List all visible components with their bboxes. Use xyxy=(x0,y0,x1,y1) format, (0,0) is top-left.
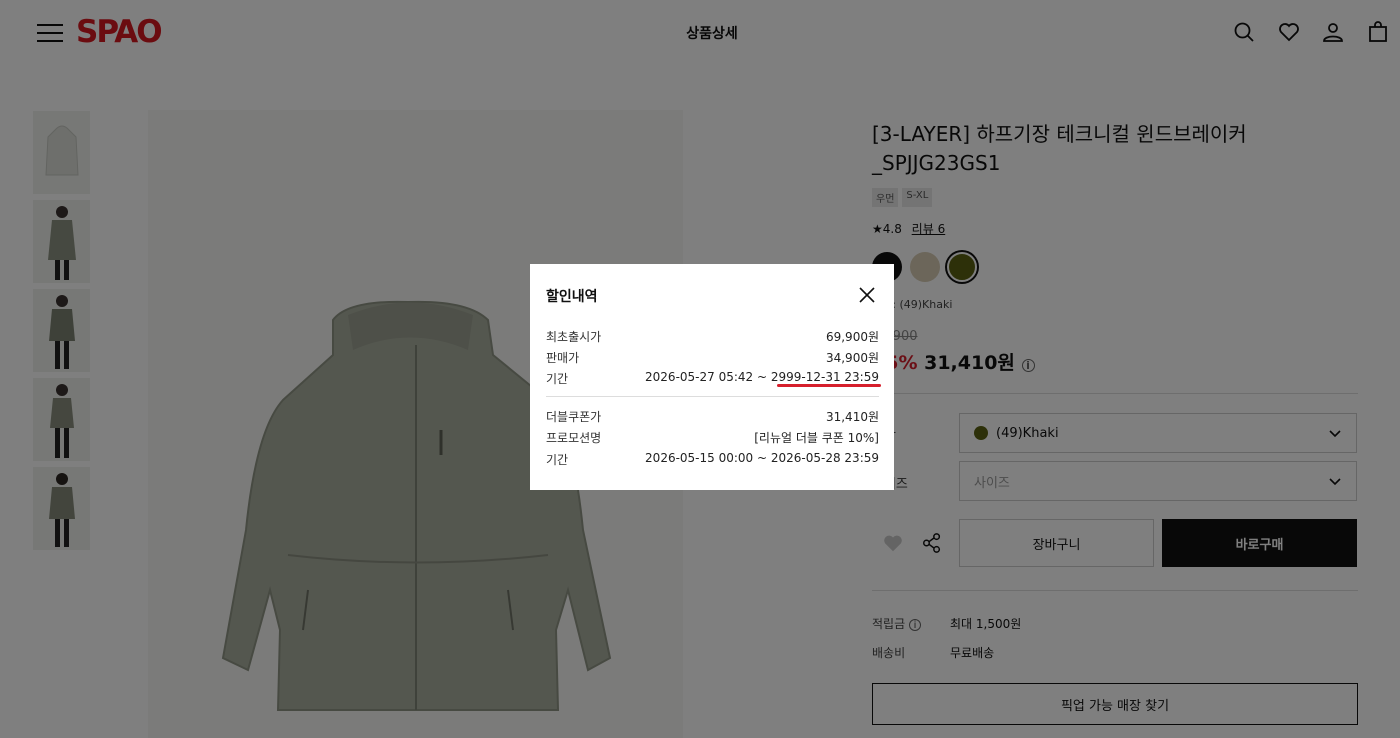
modal-divider xyxy=(546,396,879,397)
row-label: 최초출시가 xyxy=(546,330,602,344)
row-value: [리뉴얼 더블 쿠폰 10%] xyxy=(754,431,879,445)
row-value: 2026-05-27 05:42 ~ 2999-12-31 23:59 xyxy=(645,370,879,384)
highlight-underline xyxy=(777,384,881,387)
modal-title: 할인내역 xyxy=(546,289,598,305)
row-value: 34,900원 xyxy=(825,351,879,365)
row-label: 더블쿠폰가 xyxy=(546,410,602,424)
row-label: 프로모션명 xyxy=(546,431,602,445)
row-label: 기간 xyxy=(546,372,569,386)
close-icon[interactable] xyxy=(858,286,876,304)
period-start: 2026-05-27 05:42 ~ xyxy=(645,370,771,384)
row-value: 69,900원 xyxy=(825,330,879,344)
discount-history-modal: 할인내역 최초출시가 69,900원 판매가 34,900원 기간 2026-0… xyxy=(530,264,894,490)
row-label: 기간 xyxy=(546,453,569,467)
period-end: 2999-12-31 23:59 xyxy=(770,370,879,384)
row-value: 2026-05-15 00:00 ~ 2026-05-28 23:59 xyxy=(645,451,879,465)
row-label: 판매가 xyxy=(546,351,580,365)
row-value: 31,410원 xyxy=(825,410,879,424)
product-detail-page: SPAO 상품상세 xyxy=(0,0,1400,738)
